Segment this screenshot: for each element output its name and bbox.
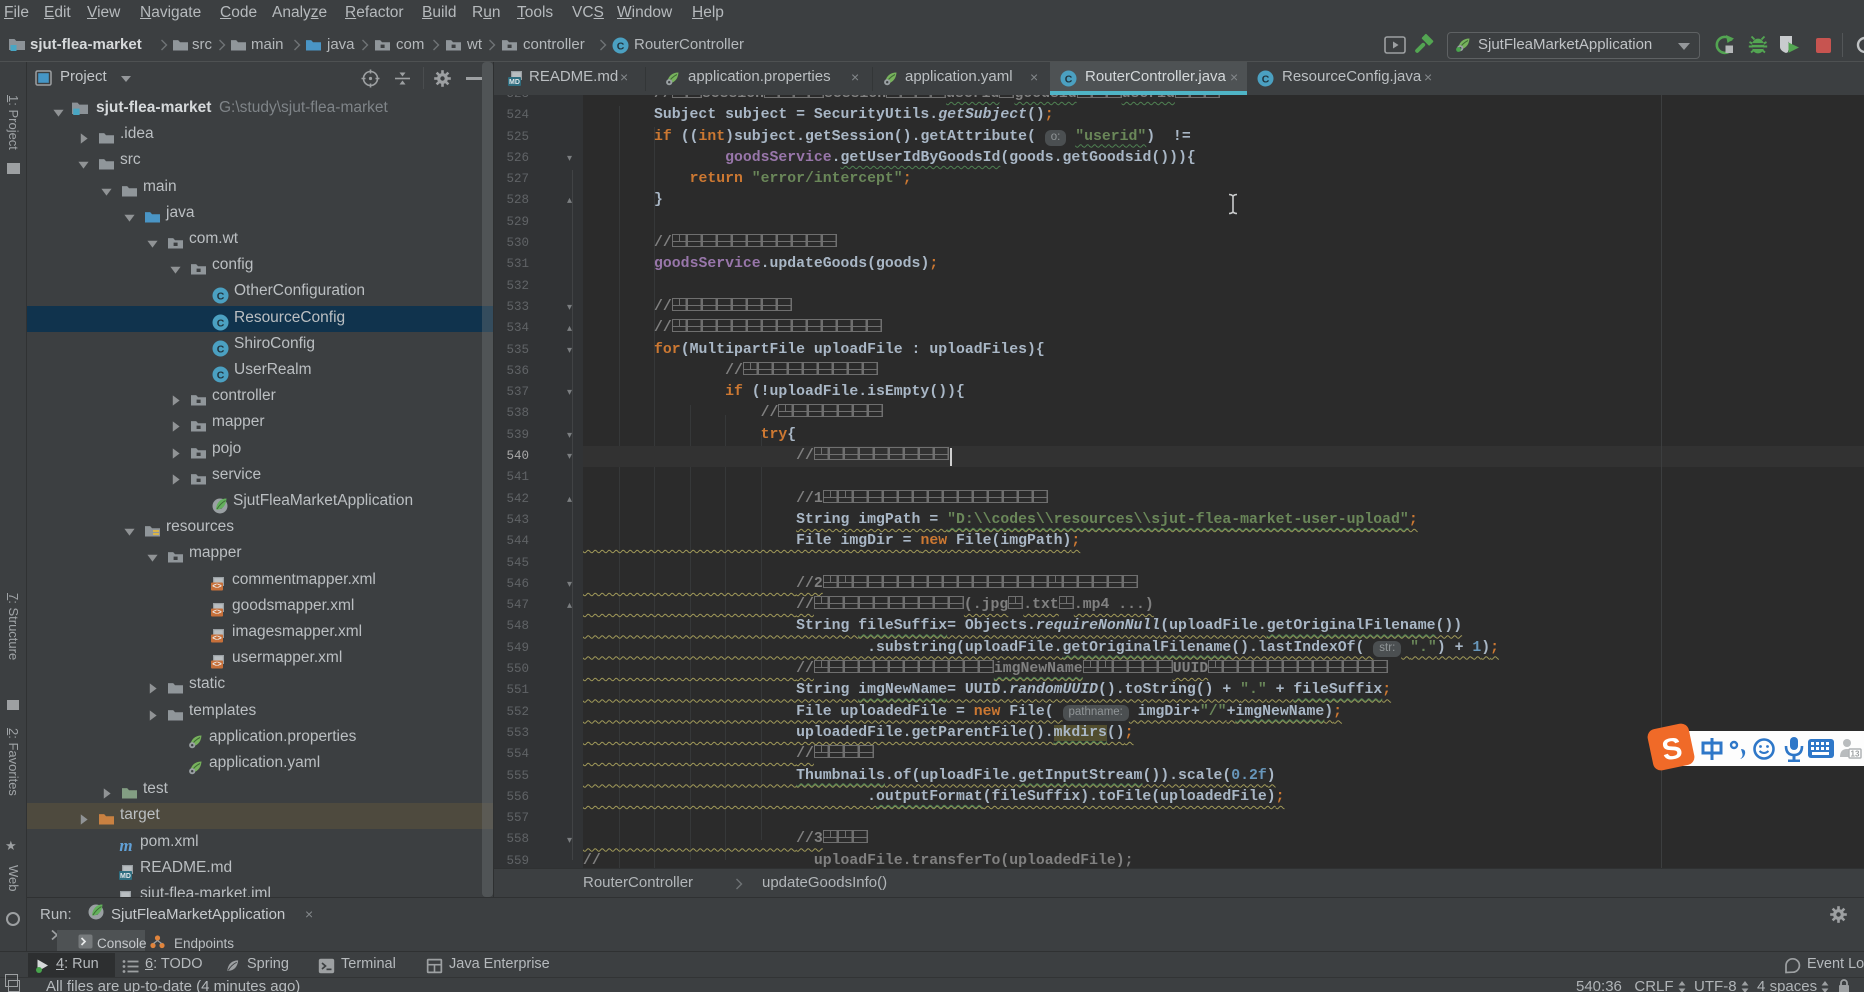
svg-text:C: C [617, 40, 625, 52]
svg-text:m: m [119, 838, 132, 854]
svg-text:MD: MD [120, 873, 131, 880]
svg-text:<>: <> [212, 635, 222, 644]
svg-text:C: C [217, 290, 225, 302]
svg-text:C: C [217, 369, 225, 381]
svg-text:<>: <> [212, 609, 222, 618]
svg-text:C: C [1065, 73, 1073, 85]
svg-text:<>: <> [212, 661, 222, 670]
svg-text:C: C [1262, 73, 1270, 85]
svg-text:C: C [217, 343, 225, 355]
svg-text:13: 13 [1851, 750, 1860, 759]
svg-text:MD: MD [509, 79, 520, 86]
svg-text:<>: <> [212, 583, 222, 592]
svg-text:C: C [217, 317, 225, 329]
svg-text:S: S [1659, 732, 1684, 767]
